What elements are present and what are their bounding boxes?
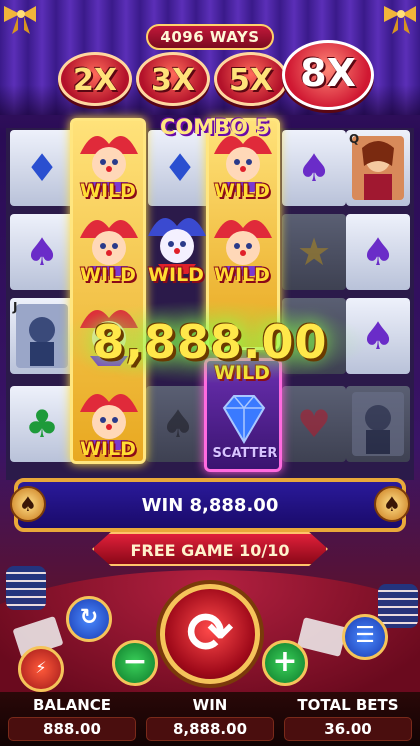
gold-bow-icon (4, 6, 36, 34)
slot-game-screen: 4096 WAYS 2X 3X 5X 8X ♦ ♠ J ♣ ♠ ♦ ♠ ★ ♥ … (0, 0, 420, 746)
multiplier-3x: 3X (136, 52, 210, 106)
menu-button[interactable]: ☰ (342, 614, 388, 660)
spade-icon: ♠ (160, 402, 196, 446)
spade-ornament-icon: ♠ (374, 486, 410, 522)
win-stat: WIN 8,888.00 (146, 692, 274, 741)
wild-label: WILD (214, 264, 270, 286)
win-label: WIN (192, 696, 228, 714)
queen-card-icon (352, 136, 404, 200)
star-icon: ★ (296, 230, 332, 274)
play-circle-icon: ↻ (79, 605, 99, 630)
footer-bar: BALANCE 888.00 WIN 8,888.00 TOTAL BETS 3… (0, 692, 420, 746)
multiplier-label: 2X (72, 63, 117, 98)
diamond-gem-icon (222, 395, 266, 444)
spade-icon: ♠ (296, 146, 332, 190)
multiplier-2x: 2X (58, 52, 132, 106)
balance-label: BALANCE (32, 696, 112, 714)
multiplier-label: 8X (300, 51, 356, 95)
symbol-club: ♣ (10, 386, 74, 462)
combo-label: COMBO 5 (160, 115, 270, 139)
decrease-bet-button[interactable]: − (112, 640, 158, 686)
free-game-text: FREE GAME 10/10 (130, 541, 290, 560)
free-game-banner: FREE GAME 10/10 (92, 532, 328, 566)
poker-chips-icon (6, 566, 46, 610)
ways-banner: 4096 WAYS (146, 24, 274, 50)
symbol-spade: ♠ (10, 214, 74, 290)
scatter-label: SCATTER (212, 446, 278, 461)
multiplier-5x: 5X (214, 52, 288, 106)
knight-card-icon (352, 392, 404, 456)
symbol-queen: Q (346, 130, 410, 206)
hamburger-menu-icon: ☰ (355, 623, 375, 648)
diamond-icon: ♦ (162, 146, 198, 190)
multiplier-label: 5X (228, 63, 273, 98)
increase-bet-button[interactable]: + (262, 640, 308, 686)
symbol-diamond: ♦ (10, 130, 74, 206)
total-bets-label: TOTAL BETS (297, 696, 399, 714)
spade-icon: ♠ (24, 230, 60, 274)
total-bets-stat: TOTAL BETS 36.00 (284, 692, 412, 741)
turbo-button[interactable]: ⚡ (18, 646, 64, 692)
wild-label: WILD (80, 438, 136, 460)
multiplier-8x-active: 8X (282, 40, 374, 110)
refresh-arrows-icon: ⟳ (186, 601, 234, 666)
spade-icon: ♠ (360, 230, 396, 274)
win-bar-text: WIN 8,888.00 (141, 495, 279, 516)
wild-label: WILD (80, 180, 136, 202)
spade-ornament-icon: ♠ (10, 486, 46, 522)
symbol-star-dim: ★ (282, 214, 346, 290)
symbol-spade: ♠ (282, 130, 346, 206)
card-letter: Q (349, 132, 360, 146)
win-value: 8,888.00 (146, 717, 274, 741)
symbol-spade: ♠ (346, 214, 410, 290)
spin-button[interactable]: ⟳ (160, 584, 260, 684)
club-icon: ♣ (24, 402, 60, 446)
balance-stat: BALANCE 888.00 (8, 692, 136, 741)
total-bets-value: 36.00 (284, 717, 412, 741)
symbol-spade-dim: ♠ (146, 386, 210, 462)
balance-value: 888.00 (8, 717, 136, 741)
symbol-diamond: ♦ (148, 130, 212, 206)
symbol-heart-dim: ♥ (282, 386, 346, 462)
lightning-icon: ⚡ (35, 658, 47, 677)
heart-icon: ♥ (296, 402, 332, 446)
diamond-icon: ♦ (24, 146, 60, 190)
big-win-amount: 8,888.00 (92, 315, 328, 369)
win-bar: WIN 8,888.00 (14, 478, 406, 532)
multiplier-label: 3X (150, 63, 195, 98)
symbol-knight-dim (346, 386, 410, 462)
wild-label: WILD (148, 264, 204, 286)
gold-bow-icon (384, 6, 416, 34)
wild-label: WILD (80, 264, 136, 286)
wild-label: WILD (214, 180, 270, 202)
autoplay-button[interactable]: ↻ (66, 596, 112, 642)
card-letter: J (13, 300, 18, 314)
poker-chips-icon (378, 584, 418, 628)
